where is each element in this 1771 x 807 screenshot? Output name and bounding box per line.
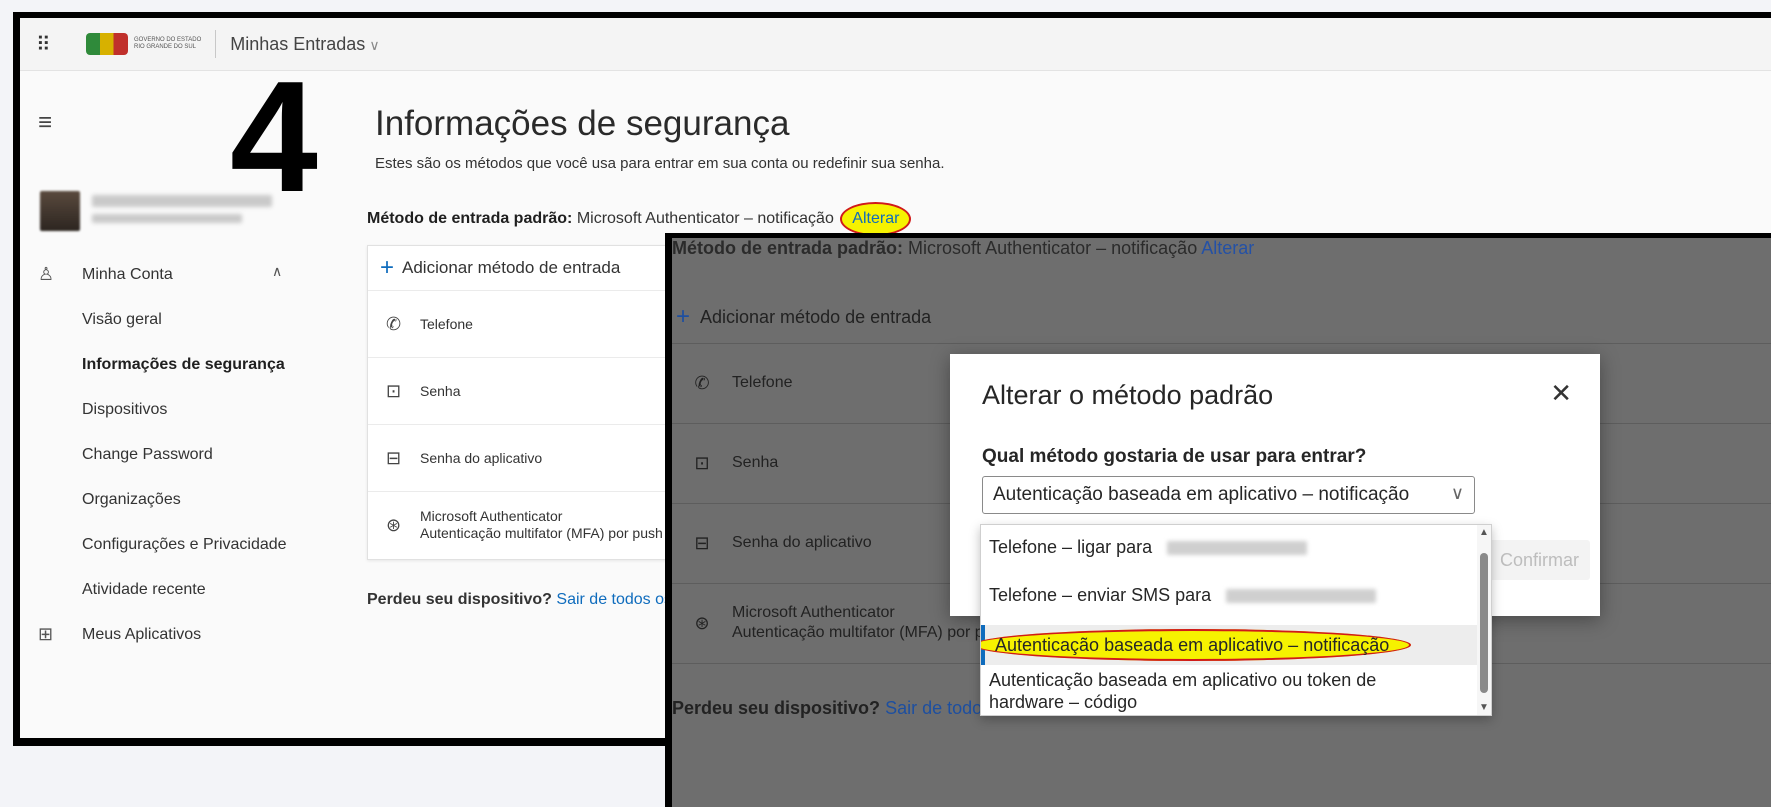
page-subtitle: Estes são os métodos que você usa para e… — [375, 155, 945, 172]
scroll-down-icon[interactable]: ▼ — [1479, 702, 1489, 713]
method-name: Microsoft Authenticator — [420, 508, 563, 524]
sidebar-item-minha-conta[interactable]: Minha Conta — [82, 266, 173, 284]
option-label-line2: hardware – código — [989, 692, 1138, 712]
method-detail: Autenticação multifator (MFA) por push — [420, 525, 663, 541]
menu-icon[interactable]: ≡ — [38, 109, 52, 137]
step-number: 4 — [230, 49, 318, 225]
dialog-title: Alterar o método padrão — [982, 380, 1274, 410]
apps-icon: ⊞ — [38, 624, 54, 644]
scroll-up-icon[interactable]: ▲ — [1479, 527, 1489, 538]
password-icon: ⊡ — [386, 380, 402, 401]
overlay-lost-label: Perdeu seu dispositivo? — [672, 698, 881, 718]
sidebar-item-visao-geral[interactable]: Visão geral — [82, 311, 162, 329]
overlay-change-link[interactable]: Alterar — [1201, 238, 1254, 258]
option-label: Telefone – enviar SMS para — [989, 585, 1212, 605]
sidebar-item-dispositivos[interactable]: Dispositivos — [82, 401, 167, 419]
change-default-link[interactable]: Alterar — [840, 202, 912, 236]
state-crest-icon — [86, 33, 128, 55]
option-label: Telefone – ligar para — [989, 537, 1153, 557]
chevron-down-icon: ∨ — [1450, 483, 1464, 503]
plus-icon: + — [380, 254, 395, 281]
gov-line1: GOVERNO DO ESTADO — [134, 37, 202, 43]
phone-icon: ✆ — [694, 372, 710, 393]
sidebar-item-organizacoes[interactable]: Organizações — [82, 491, 181, 509]
zoomed-screenshot: Método de entrada padrão: Microsoft Auth… — [672, 238, 1771, 807]
chevron-down-icon: ∨ — [369, 36, 380, 53]
sidebar-item-configuracoes[interactable]: Configurações e Privacidade — [82, 536, 287, 554]
option-label-line1: Autenticação baseada em aplicativo ou to… — [989, 670, 1377, 690]
method-select-value: Autenticação baseada em aplicativo – not… — [993, 484, 1410, 505]
phone-icon: ✆ — [386, 313, 402, 334]
password-icon: ⊡ — [694, 452, 710, 473]
chevron-up-icon[interactable]: ∧ — [272, 263, 282, 280]
default-method-line: Método de entrada padrão: Microsoft Auth… — [367, 202, 912, 236]
plus-icon: + — [676, 303, 691, 330]
dropdown-scrollbar[interactable]: ▲ ▼ — [1477, 525, 1491, 715]
overlay-add-method-label: Adicionar método de entrada — [700, 306, 932, 327]
sidebar-item-informacoes-seguranca[interactable]: Informações de segurança — [82, 356, 285, 374]
method-name: Senha — [420, 383, 461, 399]
method-name: Senha do aplicativo — [732, 534, 872, 551]
gov-text: GOVERNO DO ESTADO RIO GRANDE DO SUL — [134, 37, 201, 51]
default-method-value: Microsoft Authenticator – notificação — [576, 210, 834, 227]
overlay-default-label: Método de entrada padrão: — [672, 238, 904, 258]
default-method-label: Método de entrada padrão: — [367, 210, 573, 227]
method-dropdown-list: Telefone – ligar para Telefone – enviar … — [980, 524, 1492, 716]
dialog-question: Qual método gostaria de usar para entrar… — [982, 446, 1367, 467]
confirm-button[interactable]: Confirmar — [1486, 540, 1590, 580]
sidebar-item-change-password[interactable]: Change Password — [82, 446, 213, 464]
zoomed-screenshot-frame: Método de entrada padrão: Microsoft Auth… — [665, 233, 1771, 807]
method-name: Senha — [732, 454, 779, 471]
app-password-icon: ⊟ — [386, 447, 402, 468]
method-name: Telefone — [732, 374, 793, 391]
scroll-thumb[interactable] — [1480, 553, 1488, 693]
overlay-default-method-line: Método de entrada padrão: Microsoft Auth… — [672, 238, 1771, 268]
app-password-icon: ⊟ — [694, 532, 710, 553]
overlay-default-value: Microsoft Authenticator – notificação — [908, 238, 1198, 258]
option-app-notification[interactable]: Autenticação baseada em aplicativo – not… — [981, 625, 1487, 665]
blurred-user-email — [92, 214, 242, 223]
blurred-phone-number — [1226, 589, 1377, 604]
org-logo: GOVERNO DO ESTADO RIO GRANDE DO SUL — [86, 30, 217, 58]
sidebar-item-atividade-recente[interactable]: Atividade recente — [82, 581, 206, 599]
method-name: Senha do aplicativo — [420, 450, 543, 466]
authenticator-icon: ⊛ — [694, 612, 710, 633]
option-phone-call[interactable]: Telefone – ligar para — [981, 537, 1487, 558]
app-launcher-icon[interactable]: ⠿ — [36, 32, 64, 57]
confirm-label: Confirmar — [1500, 549, 1580, 570]
authenticator-icon: ⊛ — [386, 514, 402, 535]
method-name: Telefone — [420, 316, 473, 332]
overlay-add-method-button[interactable]: + Adicionar método de entrada — [672, 291, 1771, 344]
option-phone-sms[interactable]: Telefone – enviar SMS para — [981, 585, 1487, 606]
option-label-highlighted: Autenticação baseada em aplicativo – not… — [981, 629, 1412, 661]
blurred-phone-number — [1167, 541, 1308, 556]
option-app-or-token-code[interactable]: Autenticação baseada em aplicativo ou to… — [981, 669, 1487, 713]
avatar — [40, 191, 80, 231]
method-detail: Autenticação multifator (MFA) por push — [732, 624, 1010, 641]
page-title: Informações de segurança — [375, 104, 790, 143]
method-select[interactable]: Autenticação baseada em aplicativo – not… — [982, 476, 1475, 514]
close-icon[interactable]: ✕ — [1550, 378, 1572, 409]
sidebar-item-meus-aplicativos[interactable]: Meus Aplicativos — [82, 626, 201, 644]
gov-line2: RIO GRANDE DO SUL — [134, 44, 197, 50]
person-icon: ♙ — [38, 264, 55, 284]
add-method-label: Adicionar método de entrada — [402, 258, 621, 277]
lost-device-label: Perdeu seu dispositivo? — [367, 591, 552, 608]
